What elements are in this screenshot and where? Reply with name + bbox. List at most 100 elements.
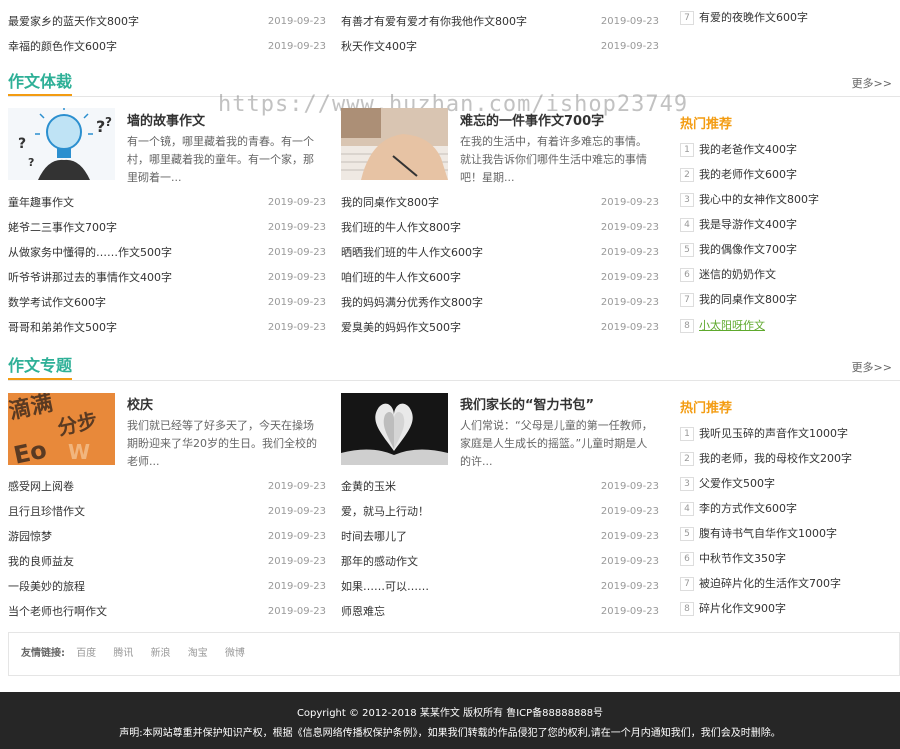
list-item[interactable]: 爱臭美的妈妈作文500字 2019-09-23 [341, 320, 659, 336]
hot-item[interactable]: 6 迷信的奶奶作文 [680, 267, 776, 283]
list-item[interactable]: 哥哥和弟弟作文500字 2019-09-23 [8, 320, 326, 336]
article-title[interactable]: 听爷爷讲那过去的事情作文400字 [8, 270, 172, 286]
hot-item[interactable]: 3 我心中的女神作文800字 [680, 192, 819, 208]
lightbulb-thumbnail[interactable]: ? ? ? ? [8, 108, 115, 180]
section-title[interactable]: 作文专题 [8, 356, 72, 378]
list-item[interactable]: 有善才有爱有爱才有你我他作文800字 2019-09-23 [341, 14, 659, 30]
list-item[interactable]: 金黄的玉米 2019-09-23 [341, 479, 659, 495]
section-title[interactable]: 作文体裁 [8, 72, 72, 94]
list-item[interactable]: 咱们班的牛人作文600字 2019-09-23 [341, 270, 659, 286]
list-item[interactable]: 爱，就马上行动！ 2019-09-23 [341, 504, 659, 520]
list-item[interactable]: 最爱家乡的蓝天作文800字 2019-09-23 [8, 14, 326, 30]
hot-item[interactable]: 5 腹有诗书气自华作文1000字 [680, 526, 837, 542]
hot-item[interactable]: 3 父爱作文500字 [680, 476, 775, 492]
article-title[interactable]: 且行且珍惜作文 [8, 504, 85, 520]
hot-title[interactable]: 我的老爸作文400字 [699, 143, 797, 156]
article-title[interactable]: 爱，就马上行动！ [341, 504, 429, 520]
hot-title[interactable]: 我的同桌作文800字 [699, 293, 797, 306]
hot-title[interactable]: 李的方式作文600字 [699, 502, 797, 515]
article-title[interactable]: 时间去哪儿了 [341, 529, 407, 545]
article-title[interactable]: 那年的感动作文 [341, 554, 418, 570]
list-item[interactable]: 我的妈妈满分优秀作文800字 2019-09-23 [341, 295, 659, 311]
article-title[interactable]: 最爱家乡的蓝天作文800字 [8, 14, 139, 30]
friend-link[interactable]: 新浪 [151, 648, 171, 659]
friend-link[interactable]: 微博 [225, 648, 245, 659]
article-title[interactable]: 秋天作文400字 [341, 39, 417, 55]
list-item[interactable]: 感受网上阅卷 2019-09-23 [8, 479, 326, 495]
typography-thumbnail[interactable]: 滴满 分步 Eo W [8, 393, 115, 465]
hot-item[interactable]: 7 被迫碎片化的生活作文700字 [680, 576, 841, 592]
article-title[interactable]: 师恩难忘 [341, 604, 385, 620]
list-item[interactable]: 童年趣事作文 2019-09-23 [8, 195, 326, 211]
list-item[interactable]: 游园惊梦 2019-09-23 [8, 529, 326, 545]
article-title[interactable]: 幸福的颜色作文600字 [8, 39, 117, 55]
list-item[interactable]: 那年的感动作文 2019-09-23 [341, 554, 659, 570]
article-title[interactable]: 数学考试作文600字 [8, 295, 106, 311]
hot-title[interactable]: 腹有诗书气自华作文1000字 [699, 527, 837, 540]
article-title[interactable]: 我的良师益友 [8, 554, 74, 570]
hot-item[interactable]: 8 碎片化作文900字 [680, 601, 786, 617]
list-item[interactable]: 我的同桌作文800字 2019-09-23 [341, 195, 659, 211]
article-title[interactable]: 从做家务中懂得的……作文500字 [8, 245, 172, 261]
list-item[interactable]: 听爷爷讲那过去的事情作文400字 2019-09-23 [8, 270, 326, 286]
list-item[interactable]: 如果……可以…… 2019-09-23 [341, 579, 659, 595]
more-link[interactable]: 更多>> [852, 75, 892, 91]
list-item[interactable]: 幸福的颜色作文600字 2019-09-23 [8, 39, 326, 55]
article-title[interactable]: 童年趣事作文 [8, 195, 74, 211]
article-title[interactable]: 我的同桌作文800字 [341, 195, 439, 211]
hot-item[interactable]: 7 我的同桌作文800字 [680, 292, 797, 308]
list-item[interactable]: 从做家务中懂得的……作文500字 2019-09-23 [8, 245, 326, 261]
list-item[interactable]: 我们班的牛人作文800字 2019-09-23 [341, 220, 659, 236]
article-title[interactable]: 哥哥和弟弟作文500字 [8, 320, 117, 336]
article-title[interactable]: 游园惊梦 [8, 529, 52, 545]
more-link[interactable]: 更多>> [852, 359, 892, 375]
article-title[interactable]: 如果……可以…… [341, 579, 429, 595]
list-item[interactable]: 我的良师益友 2019-09-23 [8, 554, 326, 570]
article-title[interactable]: 晒晒我们班的牛人作文600字 [341, 245, 483, 261]
hot-item[interactable]: 6 中秋节作文350字 [680, 551, 786, 567]
article-title[interactable]: 姥爷二三事作文700字 [8, 220, 117, 236]
article-title[interactable]: 我的妈妈满分优秀作文800字 [341, 295, 483, 311]
hot-item[interactable]: 4 李的方式作文600字 [680, 501, 797, 517]
list-item[interactable]: 时间去哪儿了 2019-09-23 [341, 529, 659, 545]
article-title[interactable]: 有善才有爱有爱才有你我他作文800字 [341, 14, 527, 30]
article-title[interactable]: 我们班的牛人作文800字 [341, 220, 461, 236]
hot-title[interactable]: 我听见玉碎的声音作文1000字 [699, 427, 848, 440]
list-item[interactable]: 秋天作文400字 2019-09-23 [341, 39, 659, 55]
hot-item[interactable]: 8 小太阳呀作文 [680, 318, 765, 334]
list-item[interactable]: 晒晒我们班的牛人作文600字 2019-09-23 [341, 245, 659, 261]
hot-title[interactable]: 有爱的夜晚作文600字 [699, 11, 808, 24]
hot-title[interactable]: 我是导游作文400字 [699, 218, 797, 231]
list-item[interactable]: 数学考试作文600字 2019-09-23 [8, 295, 326, 311]
article-title[interactable]: 当个老师也行啊作文 [8, 604, 107, 620]
friend-link[interactable]: 百度 [76, 648, 96, 659]
feature-title[interactable]: 墙的故事作文 [127, 110, 205, 129]
hot-title[interactable]: 小太阳呀作文 [699, 319, 765, 332]
hot-title[interactable]: 父爱作文500字 [699, 477, 775, 490]
hot-title[interactable]: 我的偶像作文700字 [699, 243, 797, 256]
hot-title[interactable]: 迷信的奶奶作文 [699, 268, 776, 281]
friend-link[interactable]: 淘宝 [188, 648, 208, 659]
hot-title[interactable]: 我的老师，我的母校作文200字 [699, 452, 852, 465]
hot-item[interactable]: 5 我的偶像作文700字 [680, 242, 797, 258]
list-item[interactable]: 师恩难忘 2019-09-23 [341, 604, 659, 620]
hot-title[interactable]: 我的老师作文600字 [699, 168, 797, 181]
list-item[interactable]: 且行且珍惜作文 2019-09-23 [8, 504, 326, 520]
article-title[interactable]: 一段美妙的旅程 [8, 579, 85, 595]
hot-item[interactable]: 4 我是导游作文400字 [680, 217, 797, 233]
hot-item[interactable]: 7 有爱的夜晚作文600字 [680, 10, 808, 26]
article-title[interactable]: 爱臭美的妈妈作文500字 [341, 320, 461, 336]
hot-title[interactable]: 碎片化作文900字 [699, 602, 786, 615]
feature-title[interactable]: 难忘的一件事作文700字 [460, 110, 604, 129]
list-item[interactable]: 一段美妙的旅程 2019-09-23 [8, 579, 326, 595]
article-title[interactable]: 金黄的玉米 [341, 479, 396, 495]
book-heart-thumbnail[interactable] [341, 393, 448, 465]
list-item[interactable]: 姥爷二三事作文700字 2019-09-23 [8, 220, 326, 236]
feature-title[interactable]: 我们家长的“智力书包” [460, 394, 594, 413]
friend-link[interactable]: 腾讯 [113, 648, 133, 659]
hot-item[interactable]: 1 我的老爸作文400字 [680, 142, 797, 158]
article-title[interactable]: 感受网上阅卷 [8, 479, 74, 495]
feature-title[interactable]: 校庆 [127, 394, 153, 413]
hot-item[interactable]: 2 我的老师作文600字 [680, 167, 797, 183]
writing-thumbnail[interactable] [341, 108, 448, 180]
